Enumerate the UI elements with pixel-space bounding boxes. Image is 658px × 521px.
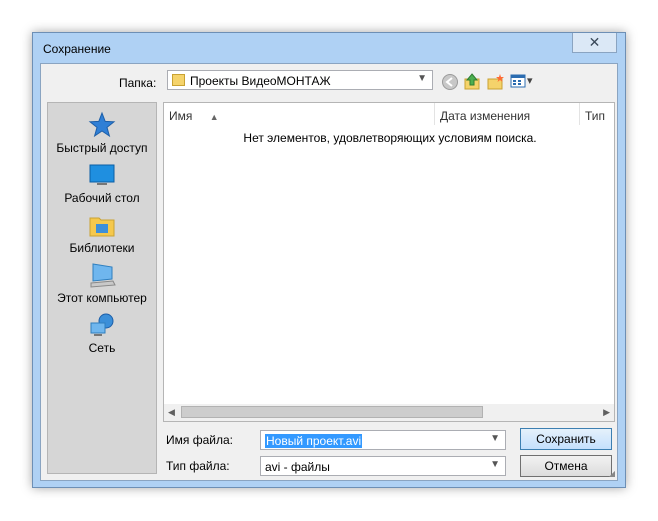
- place-label: Быстрый доступ: [56, 141, 148, 155]
- title-bar[interactable]: Сохранение ✕: [33, 33, 625, 63]
- save-button[interactable]: Сохранить: [520, 428, 612, 450]
- column-date-label: Дата изменения: [440, 109, 531, 123]
- place-libraries[interactable]: Библиотеки: [48, 211, 156, 255]
- column-name-label: Имя: [169, 109, 193, 123]
- empty-message: Нет элементов, удовлетворяющих условиям …: [243, 131, 537, 145]
- place-network[interactable]: Сеть: [48, 311, 156, 355]
- column-name[interactable]: Имя ▲: [164, 103, 435, 125]
- close-icon: ✕: [588, 34, 601, 50]
- view-menu-icon[interactable]: [510, 73, 526, 89]
- folder-value: Проекты ВидеоМОНТАЖ: [190, 74, 331, 88]
- column-type[interactable]: Тип: [580, 103, 616, 125]
- file-list[interactable]: Имя ▲ Дата изменения Тип Нет элементов, …: [163, 102, 615, 422]
- resize-grip-icon[interactable]: ◢: [609, 469, 615, 478]
- libraries-icon: [89, 217, 115, 237]
- horizontal-scrollbar[interactable]: ◀ ▶: [164, 404, 614, 421]
- scroll-right-icon[interactable]: ▶: [603, 407, 610, 418]
- place-label: Рабочий стол: [64, 191, 140, 205]
- place-desktop[interactable]: Рабочий стол: [48, 161, 156, 205]
- cancel-button[interactable]: Отмена: [520, 455, 612, 477]
- scroll-thumb[interactable]: [181, 406, 483, 418]
- folder-select[interactable]: Проекты ВидеоМОНТАЖ ▼: [167, 70, 433, 90]
- folder-label: Папка:: [119, 76, 157, 90]
- column-type-label: Тип: [585, 109, 606, 123]
- save-dialog: Сохранение ✕ Папка: Проекты ВидеоМОНТАЖ …: [32, 32, 626, 488]
- dialog-body: Папка: Проекты ВидеоМОНТАЖ ▼ ▾ Быстрый д…: [40, 63, 618, 481]
- filetype-label: Тип файла:: [166, 459, 230, 473]
- dialog-title: Сохранение: [43, 42, 111, 56]
- filetype-select[interactable]: avi - файлы ▼: [260, 456, 506, 476]
- new-folder-icon[interactable]: [486, 73, 504, 91]
- star-icon: [88, 111, 116, 138]
- close-button[interactable]: ✕: [572, 33, 617, 53]
- back-icon[interactable]: [441, 73, 459, 91]
- filename-input[interactable]: Новый проект.avi ▼: [260, 430, 506, 450]
- scroll-left-icon[interactable]: ◀: [168, 407, 175, 418]
- chevron-down-icon[interactable]: ▼: [490, 433, 500, 444]
- up-folder-icon[interactable]: [463, 73, 481, 91]
- desktop-icon: [89, 164, 115, 185]
- sort-ascending-icon: ▲: [209, 112, 219, 122]
- places-bar: Быстрый доступ Рабочий стол Библиотеки Э…: [47, 102, 157, 474]
- computer-icon: [90, 263, 116, 288]
- chevron-down-icon[interactable]: ▼: [417, 73, 427, 84]
- chevron-down-icon[interactable]: ▼: [490, 459, 500, 470]
- folder-icon: [172, 74, 185, 86]
- filename-value: Новый проект.avi: [265, 434, 363, 448]
- filetype-value: avi - файлы: [265, 460, 330, 474]
- place-label: Библиотеки: [69, 241, 135, 255]
- save-button-label: Сохранить: [536, 432, 596, 446]
- cancel-button-label: Отмена: [544, 459, 588, 473]
- network-icon: [90, 313, 114, 336]
- place-this-pc[interactable]: Этот компьютер: [48, 261, 156, 305]
- column-date-modified[interactable]: Дата изменения: [435, 103, 580, 125]
- place-label: Сеть: [88, 341, 116, 355]
- place-label: Этот компьютер: [57, 291, 147, 305]
- place-quick-access[interactable]: Быстрый доступ: [48, 111, 156, 155]
- view-dropdown-icon[interactable]: ▾: [527, 74, 533, 87]
- filename-label: Имя файла:: [166, 433, 233, 447]
